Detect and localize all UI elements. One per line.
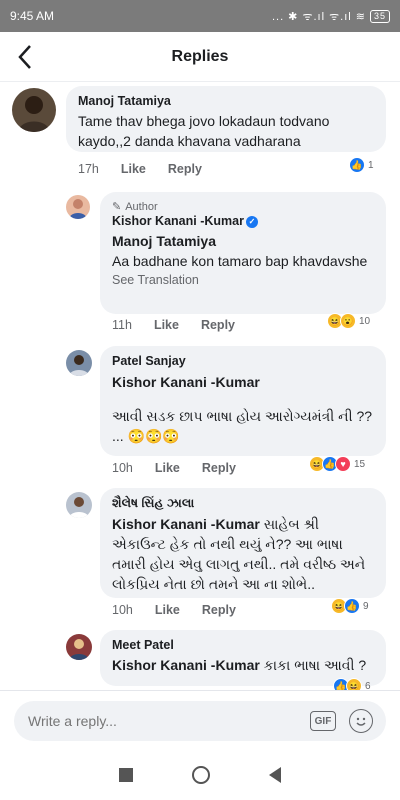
reaction-count: 6 — [365, 680, 371, 691]
comment-text: Kishor Kanani -Kumar સાહેબ શ્રી એકાઉન્ટ … — [112, 514, 374, 594]
comment-bubble: Patel Sanjay Kishor Kanani -Kumar આવી સડ… — [100, 346, 386, 456]
see-translation-link[interactable]: See Translation — [112, 273, 374, 287]
avatar[interactable] — [66, 492, 92, 518]
comment-actions: 11h Like Reply — [112, 318, 235, 332]
replies-thread: Manoj Tatamiya Tame thav bhega jovo loka… — [0, 82, 400, 690]
reply-composer: GIF — [0, 690, 400, 750]
comment-author[interactable]: Meet Patel — [112, 638, 374, 652]
comment-author[interactable]: શૈલેષ સિંહ ઝાલા — [112, 496, 374, 511]
reaction-count: 1 — [368, 159, 374, 171]
avatar[interactable] — [66, 195, 90, 219]
recents-icon[interactable] — [119, 768, 134, 782]
love-reaction-icon: ♥ — [335, 456, 351, 472]
like-button[interactable]: Like — [121, 162, 146, 176]
reactions-summary[interactable]: 😆 😮 10 — [327, 313, 371, 329]
smiley-icon[interactable] — [349, 709, 373, 733]
avatar[interactable] — [66, 350, 92, 376]
mention[interactable]: Kishor Kanani -Kumar — [112, 657, 260, 673]
comment-time: 11h — [112, 318, 132, 332]
reply-button[interactable]: Reply — [201, 318, 235, 332]
avatar[interactable] — [66, 634, 92, 660]
like-button[interactable]: Like — [154, 318, 179, 332]
mention[interactable]: Kishor Kanani -Kumar — [112, 516, 260, 532]
comment-text: આવી સડક છાપ ભાષા હોય આરોગ્યમંત્રી ની ?? … — [112, 408, 373, 444]
back-triangle-icon[interactable] — [268, 767, 281, 783]
home-icon[interactable] — [191, 766, 210, 784]
verified-badge-icon: ✓ — [245, 215, 258, 228]
comment-time: 17h — [78, 162, 99, 176]
reaction-count: 9 — [363, 600, 369, 612]
comment-author[interactable]: Kishor Kanani -Kumar ✓ — [112, 214, 374, 228]
reactions-summary[interactable]: 😆 👍 ♥ 15 — [309, 456, 366, 472]
system-nav-bar — [0, 750, 400, 800]
gif-button[interactable]: GIF — [310, 711, 336, 731]
comment-author[interactable]: Patel Sanjay — [112, 354, 374, 368]
like-reaction-icon: 👍 — [349, 157, 365, 173]
comment-actions: 17h Like Reply — [78, 162, 202, 176]
mention[interactable]: Kishor Kanani -Kumar — [112, 372, 374, 392]
comment-author[interactable]: Manoj Tatamiya — [78, 94, 374, 108]
like-button[interactable]: Like — [155, 461, 180, 475]
pencil-icon: ✎ — [112, 201, 122, 213]
comment-bubble: Manoj Tatamiya Tame thav bhega jovo loka… — [66, 86, 386, 152]
reactions-summary[interactable]: 👍 😆 6 — [333, 678, 371, 691]
mention[interactable]: Manoj Tatamiya — [112, 231, 374, 251]
reply-button[interactable]: Reply — [202, 461, 236, 475]
comment-actions: 10h Like Reply — [112, 603, 236, 617]
like-button[interactable]: Like — [155, 603, 180, 617]
comment-time: 10h — [112, 461, 133, 475]
signal-icons: ... ✱ ᯤ.ıl ᯤ.ıl ≋ — [271, 10, 366, 23]
reply-button[interactable]: Reply — [168, 162, 202, 176]
avatar[interactable] — [12, 88, 56, 132]
back-arrow-icon[interactable] — [8, 40, 42, 74]
like-reaction-icon: 👍 — [344, 598, 360, 614]
comment-body: કાકા ભાષા આવી ? — [263, 657, 367, 673]
reactions-summary[interactable]: 👍 1 — [349, 157, 374, 173]
comment-actions: 10h Like Reply — [112, 461, 236, 475]
reaction-count: 15 — [354, 458, 366, 470]
status-bar: 9:45 AM ... ✱ ᯤ.ıl ᯤ.ıl ≋ 35 — [0, 0, 400, 32]
battery-icon: 35 — [369, 9, 390, 23]
status-time: 9:45 AM — [10, 9, 55, 23]
author-badge-label: Author — [125, 200, 158, 213]
haha-reaction-icon: 😆 — [346, 678, 362, 690]
comment-time: 10h — [112, 603, 133, 617]
comment-text: Aa badhane kon tamaro bap khavdavshe — [112, 253, 368, 269]
page-title: Replies — [171, 47, 229, 65]
comment-bubble: ✎ Author Kishor Kanani -Kumar ✓ Manoj Tat… — [100, 192, 386, 314]
reply-button[interactable]: Reply — [202, 603, 236, 617]
reactions-summary[interactable]: 😆 👍 9 — [331, 598, 369, 614]
author-name[interactable]: Kishor Kanani -Kumar — [112, 214, 244, 228]
author-badge: ✎ Author — [112, 200, 374, 214]
comment-text: Kishor Kanani -Kumar કાકા ભાષા આવી ? — [112, 655, 374, 675]
wow-reaction-icon: 😮 — [340, 313, 356, 329]
status-indicators: ... ✱ ᯤ.ıl ᯤ.ıl ≋ 35 — [272, 9, 390, 24]
comment-bubble: શૈલેષ સિંહ ઝાલા Kishor Kanani -Kumar સાહ… — [100, 488, 386, 598]
header: Replies — [0, 32, 400, 82]
reaction-count: 10 — [359, 315, 371, 327]
comment-text: Tame thav bhega jovo lokadaun todvano ka… — [78, 113, 330, 149]
